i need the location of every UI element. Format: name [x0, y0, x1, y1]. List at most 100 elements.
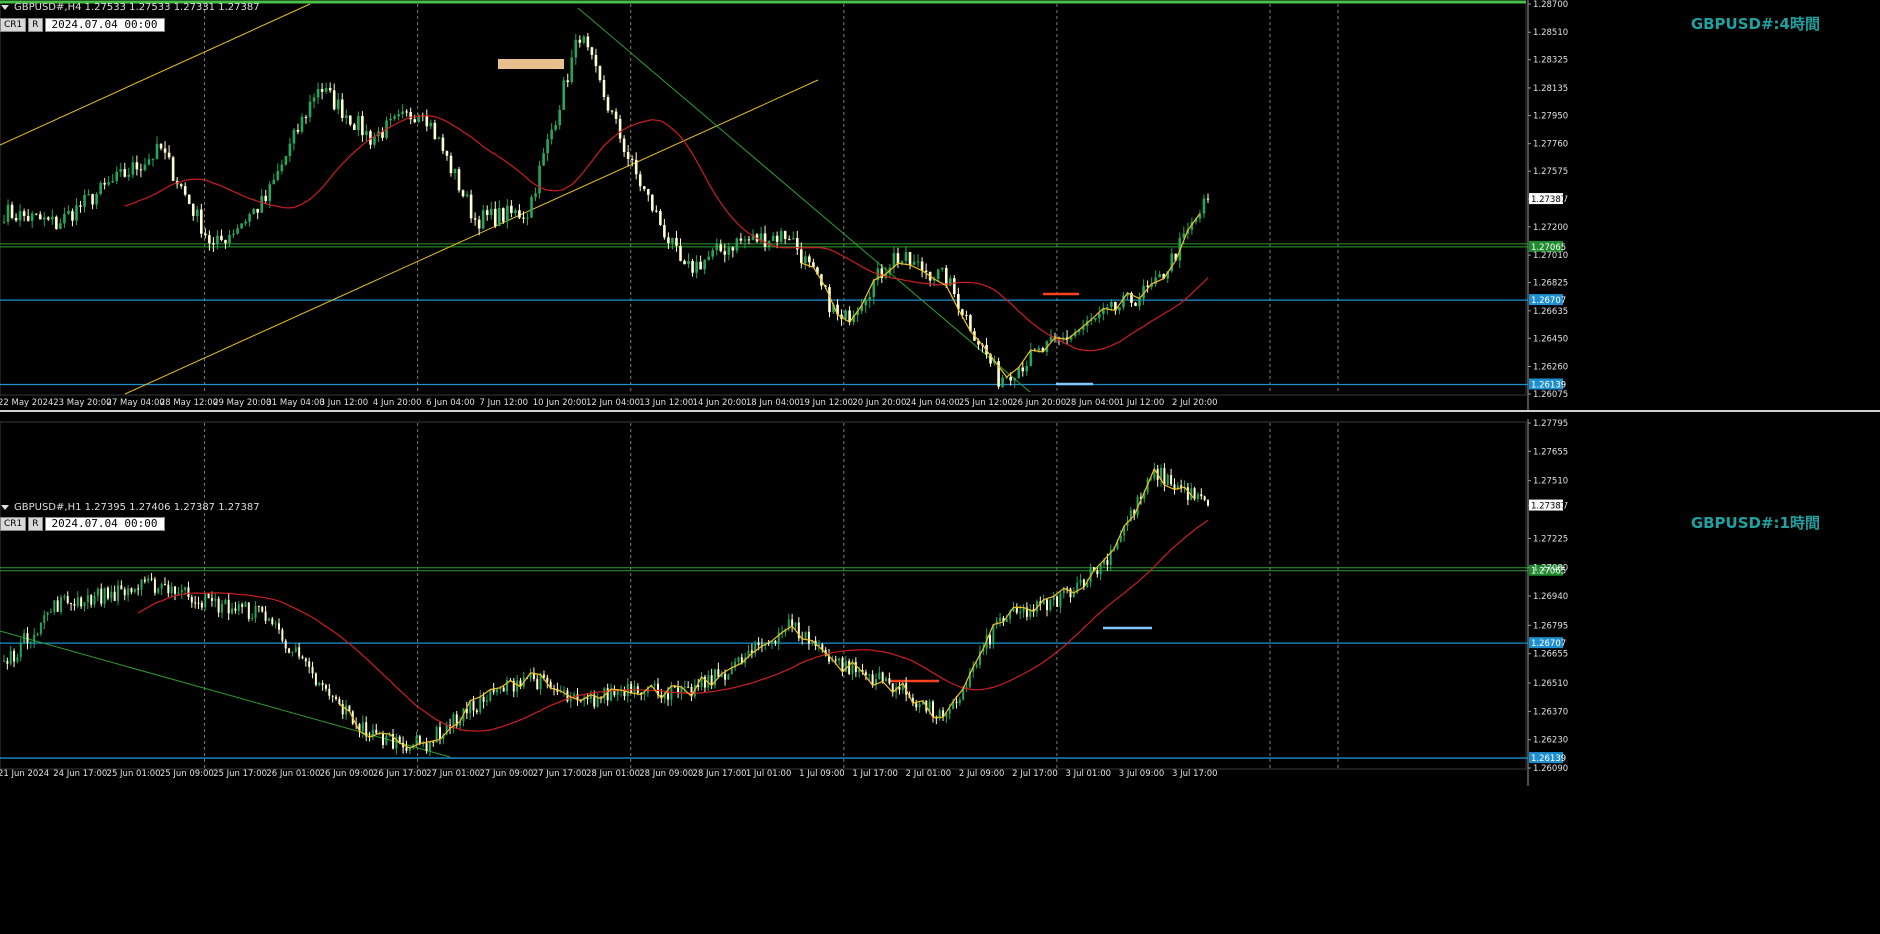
time-label: 25 Jun 12:00: [959, 398, 1013, 408]
time-label: 14 Jun 20:00: [693, 398, 747, 408]
candle-body: [257, 606, 260, 608]
candle-body: [53, 600, 56, 612]
candle-body: [807, 631, 810, 644]
candle-body: [10, 204, 14, 218]
candle-body: [1166, 475, 1169, 485]
candle-body: [622, 138, 626, 153]
candle-body: [563, 690, 566, 692]
h4-date-box[interactable]: 2024.07.04 00:00: [44, 18, 165, 32]
candle-body: [522, 217, 525, 219]
candle-body: [18, 211, 22, 221]
time-label: 19 Jun 12:00: [799, 398, 853, 408]
candle-body: [779, 231, 783, 242]
candle-body: [328, 688, 331, 696]
candle-body: [433, 122, 437, 139]
candle-body: [338, 698, 341, 705]
candle-body: [220, 235, 223, 241]
candle-body: [598, 65, 602, 80]
candle-body: [953, 278, 956, 295]
candle-body: [2, 221, 6, 223]
price-label: 1.26940: [1533, 592, 1568, 602]
candle-body: [1015, 607, 1018, 613]
candle-body: [60, 597, 63, 612]
candle-body: [190, 596, 193, 603]
price-label: 1.27200: [1533, 223, 1568, 233]
candle-body: [183, 186, 187, 195]
candle-body: [1106, 306, 1109, 309]
candle-body: [171, 157, 175, 181]
candle-body: [590, 47, 594, 55]
candle-body: [667, 237, 670, 244]
candle-body: [83, 602, 86, 607]
time-label: 27 Jun 01:00: [426, 769, 480, 779]
candle-body: [1163, 467, 1166, 485]
candle-body: [1196, 494, 1199, 499]
candle-body: [291, 651, 294, 653]
candle-body: [1079, 579, 1082, 583]
time-label: 23 May 20:00: [53, 398, 111, 408]
candle-body: [542, 674, 545, 678]
time-label: 29 May 20:00: [213, 398, 271, 408]
candle-body: [975, 664, 978, 667]
time-label: 27 Jun 09:00: [479, 769, 533, 779]
candle-body: [46, 612, 49, 616]
price-tag-label: 1.27387: [1531, 502, 1566, 512]
candle-body: [482, 696, 485, 702]
candle-body: [936, 269, 940, 279]
time-label: 28 Jun 09:00: [639, 769, 693, 779]
candle-body: [655, 210, 658, 212]
rectangle-object: [498, 59, 564, 69]
candle-body: [56, 600, 59, 612]
candle-body: [731, 247, 735, 251]
candle-body: [267, 618, 270, 621]
candle-body: [241, 604, 244, 607]
price-label: 1.27950: [1533, 111, 1568, 121]
candle-body: [851, 662, 854, 674]
collapse-arrow-icon[interactable]: [1, 504, 9, 510]
candle-body: [653, 683, 656, 686]
candle-body: [1203, 496, 1206, 501]
candle-body: [586, 698, 589, 700]
candle-body: [200, 209, 203, 234]
candle-body: [1134, 302, 1137, 306]
candle-body: [70, 602, 73, 604]
candle-body: [518, 210, 521, 218]
candle-body: [331, 695, 334, 697]
candle-body: [838, 658, 841, 661]
r-button[interactable]: R: [28, 517, 43, 531]
time-label: 1 Jul 17:00: [852, 769, 898, 779]
candle-body: [739, 238, 743, 241]
collapse-arrow-icon[interactable]: [1, 4, 9, 10]
chart-canvas[interactable]: 1.28700 1.28510 1.28325 1.28135 1.27950 1.277…: [0, 0, 1880, 934]
candle-body: [775, 235, 779, 242]
candle-body: [1029, 350, 1033, 366]
h1-date-box[interactable]: 2024.07.04 00:00: [44, 517, 165, 531]
r-button[interactable]: R: [28, 18, 43, 32]
candle-body: [965, 315, 968, 317]
candle-body: [574, 39, 578, 58]
candle-body: [687, 686, 690, 688]
candle-body: [67, 211, 70, 214]
candle-body: [357, 116, 360, 130]
cr1-button[interactable]: CR1: [0, 517, 27, 531]
candle-body: [774, 640, 777, 644]
cr1-button[interactable]: CR1: [0, 18, 27, 32]
candle-body: [538, 165, 541, 194]
time-label: 2 Jul 09:00: [959, 769, 1005, 779]
candle-body: [179, 184, 183, 187]
candle-body: [344, 115, 348, 118]
candle-body: [107, 182, 110, 185]
candle-body: [167, 152, 171, 158]
candle-body: [216, 235, 219, 245]
candle-body: [606, 96, 610, 111]
candle-body: [29, 642, 32, 644]
candle-body: [667, 693, 670, 700]
candle-body: [26, 215, 30, 221]
candle-body: [234, 608, 237, 611]
candle-body: [1146, 285, 1149, 287]
candle-body: [510, 205, 513, 214]
candle-body: [1118, 307, 1121, 311]
candle-body: [163, 584, 166, 586]
candle-body: [715, 244, 719, 251]
candle-body: [453, 169, 457, 174]
